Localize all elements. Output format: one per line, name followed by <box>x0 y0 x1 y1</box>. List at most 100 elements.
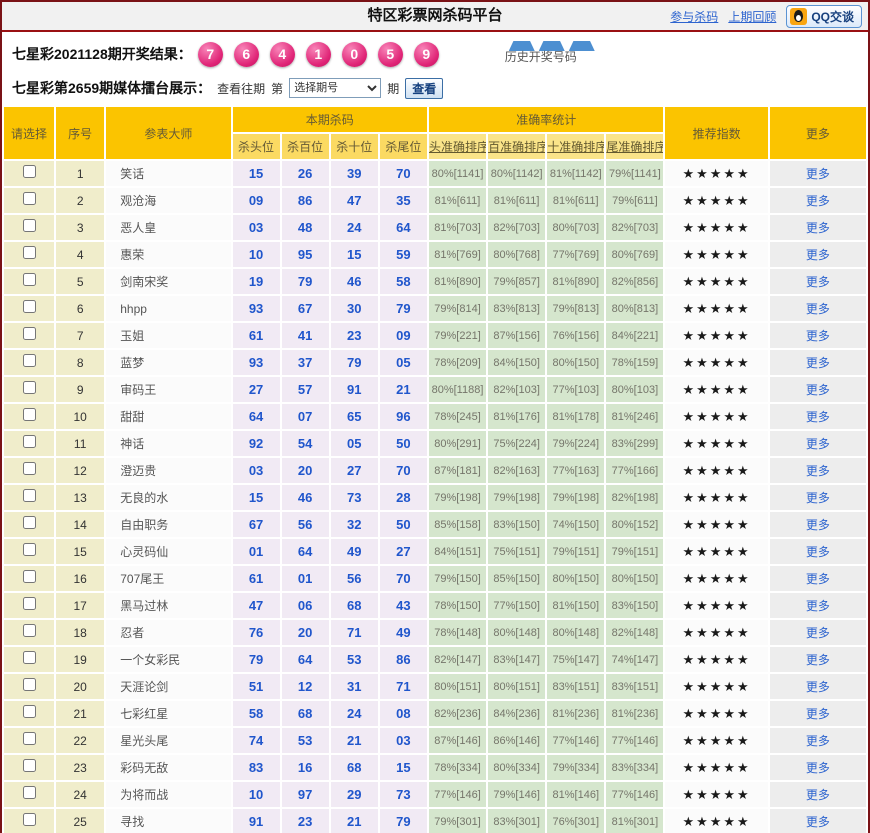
row-select-checkbox[interactable] <box>23 516 36 529</box>
more-link[interactable]: 更多 <box>806 680 830 694</box>
row-select-checkbox[interactable] <box>23 408 36 421</box>
row-select-checkbox[interactable] <box>23 489 36 502</box>
more-link[interactable]: 更多 <box>806 383 830 397</box>
kill-number: 61 <box>233 566 280 591</box>
more-cell: 更多 <box>770 593 866 618</box>
more-link[interactable]: 更多 <box>806 437 830 451</box>
more-link[interactable]: 更多 <box>806 653 830 667</box>
master-name: 审码王 <box>106 377 230 402</box>
select-cell <box>4 512 54 537</box>
accuracy-value: 79%[151] <box>547 539 604 564</box>
sort-tail-accuracy-link[interactable]: 尾准确排序 <box>606 140 663 154</box>
row-select-checkbox[interactable] <box>23 705 36 718</box>
row-select-checkbox[interactable] <box>23 651 36 664</box>
select-cell <box>4 188 54 213</box>
sort-head-accuracy-link[interactable]: 头准确排序 <box>429 140 486 154</box>
row-select-checkbox[interactable] <box>23 732 36 745</box>
kill-number: 46 <box>282 485 329 510</box>
row-number: 5 <box>56 269 104 294</box>
master-name: 无良的水 <box>106 485 230 510</box>
more-link[interactable]: 更多 <box>806 626 830 640</box>
row-select-checkbox[interactable] <box>23 678 36 691</box>
more-link[interactable]: 更多 <box>806 248 830 262</box>
row-select-checkbox[interactable] <box>23 381 36 394</box>
more-link[interactable]: 更多 <box>806 464 830 478</box>
lottery-ball: 6 <box>234 42 259 67</box>
select-cell <box>4 620 54 645</box>
kill-number: 23 <box>282 809 329 833</box>
row-select-checkbox[interactable] <box>23 246 36 259</box>
more-link[interactable]: 更多 <box>806 329 830 343</box>
row-select-checkbox[interactable] <box>23 192 36 205</box>
table-row: 23彩码无敌8316681578%[334]80%[334]79%[334]83… <box>4 755 866 780</box>
select-cell <box>4 350 54 375</box>
accuracy-value: 84%[151] <box>429 539 486 564</box>
history-numbers-link[interactable]: 历史开奖号码 <box>505 41 615 67</box>
lottery-ball: 4 <box>270 42 295 67</box>
row-select-checkbox[interactable] <box>23 273 36 286</box>
last-period-review-link[interactable]: 上期回顾 <box>728 8 776 25</box>
kill-number: 48 <box>282 215 329 240</box>
accuracy-value: 80%[1188] <box>429 377 486 402</box>
more-link[interactable]: 更多 <box>806 815 830 829</box>
kill-number: 68 <box>282 701 329 726</box>
select-cell <box>4 431 54 456</box>
accuracy-value: 80%[103] <box>606 377 663 402</box>
more-link[interactable]: 更多 <box>806 194 830 208</box>
qq-chat-button[interactable]: QQ交谈 <box>786 5 862 28</box>
accuracy-value: 82%[856] <box>606 269 663 294</box>
kill-number: 26 <box>282 161 329 186</box>
join-kill-code-link[interactable]: 参与杀码 <box>670 8 718 25</box>
row-number: 9 <box>56 377 104 402</box>
row-select-checkbox[interactable] <box>23 543 36 556</box>
view-past-label: 查看往期 <box>217 80 265 97</box>
kill-number: 39 <box>331 161 378 186</box>
more-link[interactable]: 更多 <box>806 545 830 559</box>
kill-number: 91 <box>331 377 378 402</box>
more-link[interactable]: 更多 <box>806 788 830 802</box>
more-link[interactable]: 更多 <box>806 491 830 505</box>
accuracy-value: 75%[147] <box>547 647 604 672</box>
row-select-checkbox[interactable] <box>23 435 36 448</box>
accuracy-value: 81%[890] <box>429 269 486 294</box>
row-select-checkbox[interactable] <box>23 327 36 340</box>
row-select-checkbox[interactable] <box>23 462 36 475</box>
lottery-balls: 7641059 <box>198 42 439 67</box>
accuracy-value: 79%[857] <box>488 269 545 294</box>
more-link[interactable]: 更多 <box>806 518 830 532</box>
accuracy-value: 80%[703] <box>547 215 604 240</box>
sort-ten-accuracy-link[interactable]: 十准确排序 <box>547 140 604 154</box>
view-button[interactable]: 查看 <box>405 78 443 99</box>
row-select-checkbox[interactable] <box>23 813 36 826</box>
row-select-checkbox[interactable] <box>23 219 36 232</box>
more-link[interactable]: 更多 <box>806 221 830 235</box>
accuracy-value: 79%[1141] <box>606 161 663 186</box>
row-select-checkbox[interactable] <box>23 570 36 583</box>
more-link[interactable]: 更多 <box>806 761 830 775</box>
period-select[interactable]: 选择期号 <box>289 78 381 98</box>
more-link[interactable]: 更多 <box>806 707 830 721</box>
masters-table: 请选择 序号 参表大师 本期杀码 准确率统计 推荐指数 更多 杀头位 杀百位 杀… <box>2 105 868 833</box>
more-cell: 更多 <box>770 512 866 537</box>
more-link[interactable]: 更多 <box>806 599 830 613</box>
more-link[interactable]: 更多 <box>806 734 830 748</box>
accuracy-value: 80%[334] <box>488 755 545 780</box>
more-link[interactable]: 更多 <box>806 572 830 586</box>
row-select-checkbox[interactable] <box>23 786 36 799</box>
accuracy-value: 79%[224] <box>547 431 604 456</box>
more-cell: 更多 <box>770 431 866 456</box>
kill-number: 24 <box>331 215 378 240</box>
more-link[interactable]: 更多 <box>806 410 830 424</box>
row-select-checkbox[interactable] <box>23 165 36 178</box>
sort-hundred-accuracy-link[interactable]: 百准确排序 <box>488 140 545 154</box>
more-link[interactable]: 更多 <box>806 302 830 316</box>
row-select-checkbox[interactable] <box>23 624 36 637</box>
row-select-checkbox[interactable] <box>23 759 36 772</box>
row-number: 14 <box>56 512 104 537</box>
row-select-checkbox[interactable] <box>23 354 36 367</box>
more-link[interactable]: 更多 <box>806 356 830 370</box>
more-link[interactable]: 更多 <box>806 275 830 289</box>
row-select-checkbox[interactable] <box>23 597 36 610</box>
row-select-checkbox[interactable] <box>23 300 36 313</box>
more-link[interactable]: 更多 <box>806 167 830 181</box>
